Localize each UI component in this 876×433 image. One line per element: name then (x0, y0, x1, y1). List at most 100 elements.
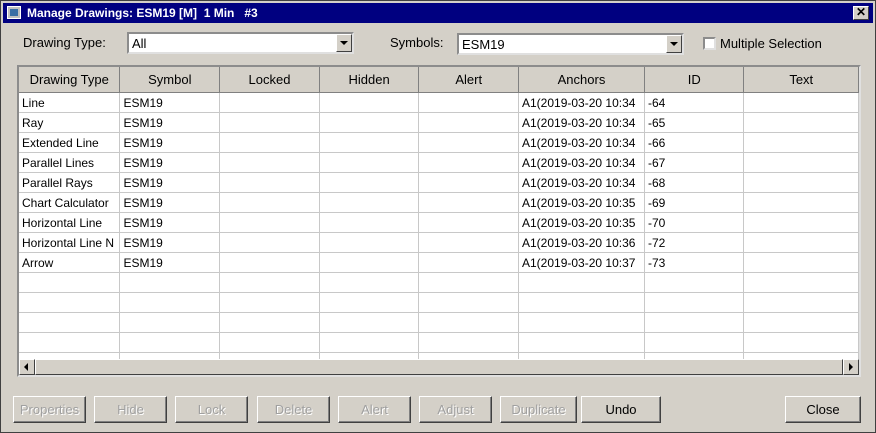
table-cell[interactable]: Ray (19, 112, 121, 133)
table-cell[interactable] (319, 232, 420, 253)
table-cell[interactable] (743, 232, 859, 253)
table-cell[interactable] (743, 112, 859, 133)
table-cell[interactable] (418, 132, 519, 153)
table-cell[interactable] (743, 192, 859, 213)
table-cell[interactable]: -68 (644, 172, 745, 193)
table-cell[interactable]: Parallel Lines (19, 152, 121, 173)
close-button[interactable]: Close (785, 396, 861, 423)
table-cell[interactable]: ESM19 (119, 92, 221, 113)
table-cell[interactable] (418, 252, 519, 273)
table-cell[interactable]: -66 (644, 132, 745, 153)
table-row[interactable]: Ray ESM19 A1(2019-03-20 10:34 -65 (19, 112, 859, 133)
table-cell[interactable] (219, 252, 320, 273)
column-header[interactable]: Hidden (319, 67, 420, 93)
table-cell[interactable]: Extended Line (19, 132, 121, 153)
table-cell[interactable] (219, 132, 320, 153)
hide-button[interactable]: Hide (94, 396, 167, 423)
duplicate-button[interactable]: Duplicate (500, 396, 577, 423)
table-cell[interactable]: ESM19 (119, 112, 221, 133)
table-cell[interactable]: ESM19 (119, 252, 221, 273)
chevron-down-icon[interactable] (666, 35, 682, 53)
table-cell[interactable]: Chart Calculator (19, 192, 121, 213)
table-cell[interactable]: -72 (644, 232, 745, 253)
table-cell[interactable]: Arrow (19, 252, 121, 273)
table-cell[interactable]: Horizontal Line (19, 212, 121, 233)
table-cell[interactable]: ESM19 (119, 172, 221, 193)
column-header[interactable]: Locked (219, 67, 320, 93)
table-cell[interactable]: -64 (644, 92, 745, 113)
table-cell[interactable]: A1(2019-03-20 10:34 (518, 92, 645, 113)
table-cell[interactable] (743, 152, 859, 173)
table-cell[interactable]: A1(2019-03-20 10:35 (518, 192, 645, 213)
table-cell[interactable]: Parallel Rays (19, 172, 121, 193)
scroll-left-icon[interactable] (19, 359, 35, 375)
table-cell[interactable] (418, 212, 519, 233)
table-cell[interactable]: Line (19, 92, 121, 113)
table-cell[interactable]: ESM19 (119, 132, 221, 153)
table-cell[interactable] (319, 212, 420, 233)
table-cell[interactable] (743, 172, 859, 193)
table-cell[interactable]: ESM19 (119, 192, 221, 213)
table-cell[interactable]: ESM19 (119, 212, 221, 233)
table-cell[interactable] (219, 232, 320, 253)
scroll-right-icon[interactable] (843, 359, 859, 375)
table-cell[interactable] (418, 152, 519, 173)
table-cell[interactable]: A1(2019-03-20 10:36 (518, 232, 645, 253)
symbols-dropdown[interactable]: ESM19 (457, 33, 684, 55)
table-cell[interactable]: A1(2019-03-20 10:34 (518, 152, 645, 173)
table-cell[interactable]: -65 (644, 112, 745, 133)
table-cell[interactable]: A1(2019-03-20 10:34 (518, 112, 645, 133)
table-cell[interactable] (219, 92, 320, 113)
table-cell[interactable] (743, 92, 859, 113)
table-row[interactable]: Parallel Rays ESM19 A1(2019-03-20 10:34 -68 (19, 172, 859, 193)
chevron-down-icon[interactable] (336, 34, 352, 52)
table-row[interactable]: Extended Line ESM19 A1(2019-03-20 10:34 -66 (19, 132, 859, 153)
column-header[interactable]: Text (743, 67, 859, 93)
table-cell[interactable] (219, 212, 320, 233)
column-header[interactable]: Alert (418, 67, 519, 93)
table-cell[interactable] (219, 172, 320, 193)
adjust-button[interactable]: Adjust (419, 396, 492, 423)
table-cell[interactable] (319, 112, 420, 133)
table-cell[interactable] (418, 232, 519, 253)
table-row[interactable]: Line ESM19 A1(2019-03-20 10:34 -64 (19, 92, 859, 113)
table-cell[interactable]: -70 (644, 212, 745, 233)
table-cell[interactable] (319, 192, 420, 213)
table-cell[interactable] (319, 172, 420, 193)
table-cell[interactable] (319, 152, 420, 173)
drawing-type-dropdown[interactable]: All (127, 32, 354, 54)
column-header[interactable]: Drawing Type (19, 67, 121, 93)
table-cell[interactable] (418, 112, 519, 133)
multiple-selection-label[interactable]: Multiple Selection (720, 36, 822, 51)
table-cell[interactable]: ESM19 (119, 232, 221, 253)
table-cell[interactable] (319, 252, 420, 273)
table-row[interactable]: Horizontal Line ESM19 A1(2019-03-20 10:35-… (19, 212, 859, 233)
table-cell[interactable] (743, 252, 859, 273)
table-cell[interactable]: A1(2019-03-20 10:37 (518, 252, 645, 273)
undo-button[interactable]: Undo (581, 396, 661, 423)
table-cell[interactable]: Horizontal Line N (19, 232, 121, 253)
table-cell[interactable] (418, 172, 519, 193)
close-window-button[interactable]: ✕ (853, 6, 869, 20)
table-cell[interactable]: -73 (644, 252, 745, 273)
lock-button[interactable]: Lock (175, 396, 248, 423)
table-cell[interactable] (743, 212, 859, 233)
table-row[interactable]: Horizontal Line N ESM19 A1(2019-03-20 10:3… (19, 232, 859, 253)
column-header[interactable]: Symbol (119, 67, 221, 93)
table-cell[interactable] (743, 132, 859, 153)
delete-button[interactable]: Delete (257, 396, 330, 423)
title-bar[interactable]: Manage Drawings: ESM19 [M] 1 Min #3 ✕ (3, 3, 873, 23)
table-cell[interactable] (418, 92, 519, 113)
alert-button[interactable]: Alert (338, 396, 411, 423)
table-cell[interactable]: A1(2019-03-20 10:34 (518, 132, 645, 153)
table-row[interactable]: Chart Calculator ESM19 A1(2019-03-20 10:35… (19, 192, 859, 213)
column-header[interactable]: ID (644, 67, 745, 93)
table-cell[interactable] (219, 192, 320, 213)
table-cell[interactable] (219, 112, 320, 133)
multiple-selection-checkbox[interactable] (703, 37, 716, 50)
table-cell[interactable] (319, 132, 420, 153)
properties-button[interactable]: Properties (13, 396, 86, 423)
table-row[interactable]: Parallel Lines ESM19 A1(2019-03-20 10:34 -6… (19, 152, 859, 173)
table-row[interactable]: Arrow ESM19 A1(2019-03-20 10:37 -73 (19, 252, 859, 273)
table-cell[interactable] (219, 152, 320, 173)
